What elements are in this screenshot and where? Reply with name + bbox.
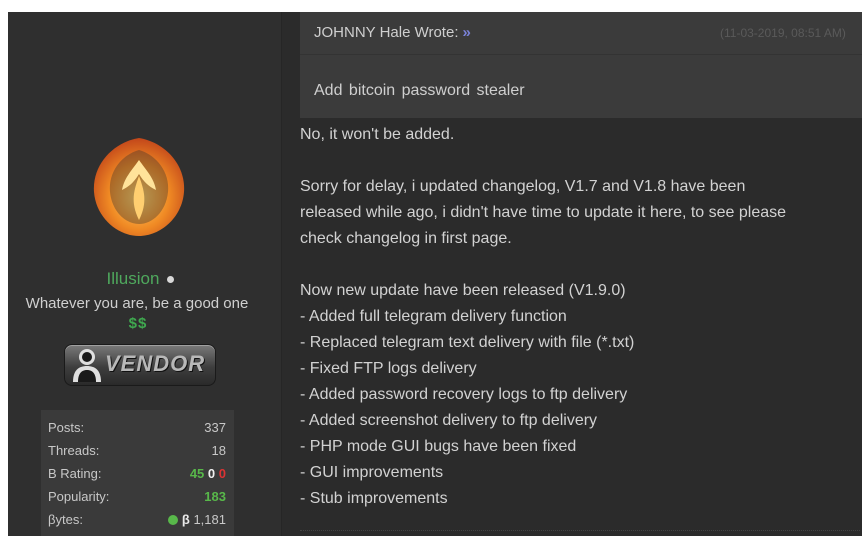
stat-posts-label: Posts: (48, 420, 85, 435)
person-silhouette-icon (73, 349, 101, 382)
post-line: - Fixed FTP logs delivery (300, 360, 477, 377)
post-line (300, 148, 862, 174)
quote-link-arrow[interactable]: » (463, 24, 471, 41)
stat-posts-value[interactable]: 337 (204, 420, 226, 435)
stat-threads-value[interactable]: 18 (212, 443, 226, 458)
vendor-badge-text: VENDOR (105, 351, 206, 376)
user-title: Whatever you are, be a good one (25, 295, 249, 312)
post-bottom-separator (300, 530, 860, 531)
vendor-badge: VENDOR (64, 344, 216, 386)
post-line: - Added password recovery logs to ftp de… (300, 386, 628, 403)
quote-header: JOHNNY Hale Wrote:» (314, 24, 471, 41)
post-line: Now new update have been released (V1.9.… (300, 282, 626, 299)
quote-block: JOHNNY Hale Wrote:» (11-03-2019, 08:51 A… (300, 12, 862, 118)
stat-bytes-label: βytes: (48, 512, 83, 527)
post-line: - Replaced telegram text delivery with f… (300, 334, 635, 351)
bytes-value: 1,181 (193, 512, 226, 527)
stat-rating: B Rating: 45 0 0 (48, 466, 226, 486)
post-line: - Added full telegram delivery function (300, 308, 567, 325)
post-body: No, it won't be added. Sorry for delay, … (300, 122, 862, 512)
stat-popularity: Popularity: 183 (48, 489, 226, 509)
quote-date: (11-03-2019, 08:51 AM) (720, 26, 846, 40)
stat-popularity-value[interactable]: 183 (204, 489, 226, 504)
post-line: check changelog in first page. (300, 230, 512, 247)
online-status-icon (167, 276, 175, 284)
stat-rating-values[interactable]: 45 0 0 (190, 466, 226, 481)
quote-separator (300, 54, 862, 55)
bytes-coin-icon (168, 515, 179, 525)
post-line: Sorry for delay, i updated changelog, V1… (300, 178, 746, 195)
quote-body: Add bitcoin password stealer (314, 82, 525, 99)
stat-threads-label: Threads: (48, 443, 100, 458)
username-text[interactable]: Illusion (107, 269, 160, 288)
forum-post: Illusion Whatever you are, be a good one… (8, 12, 862, 536)
post-line: No, it won't be added. (300, 126, 455, 143)
rating-positive: 45 (189, 466, 205, 481)
user-stars: $$ (128, 315, 148, 332)
bytes-symbol: β (181, 512, 190, 527)
stat-popularity-label: Popularity: (48, 489, 110, 504)
rating-negative: 0 (218, 466, 226, 481)
stat-bytes-values[interactable]: β 1,181 (168, 512, 226, 527)
stat-posts: Posts: 337 (48, 420, 226, 440)
rating-neutral: 0 (207, 466, 216, 481)
stat-bytes: βytes: β 1,181 (48, 512, 226, 532)
post-line: released while ago, i didn't have time t… (300, 204, 787, 221)
post-line: - PHP mode GUI bugs have been fixed (300, 438, 577, 455)
username[interactable]: Illusion (8, 269, 273, 289)
phoenix-logo-icon[interactable] (84, 130, 194, 240)
post-line: - Stub improvements (300, 490, 448, 507)
user-stats: Posts: 337 Threads: 18 B Rating: 45 0 0 … (41, 410, 234, 536)
user-sidebar: Illusion Whatever you are, be a good one… (8, 12, 281, 536)
post-content: JOHNNY Hale Wrote:» (11-03-2019, 08:51 A… (282, 12, 862, 536)
post-line: - Added screenshot delivery to ftp deliv… (300, 412, 598, 429)
quote-author: JOHNNY Hale Wrote: (314, 24, 459, 41)
stat-rating-label: B Rating: (48, 466, 102, 481)
post-line (300, 252, 862, 278)
post-line: - GUI improvements (300, 464, 444, 481)
stat-threads: Threads: 18 (48, 443, 226, 463)
